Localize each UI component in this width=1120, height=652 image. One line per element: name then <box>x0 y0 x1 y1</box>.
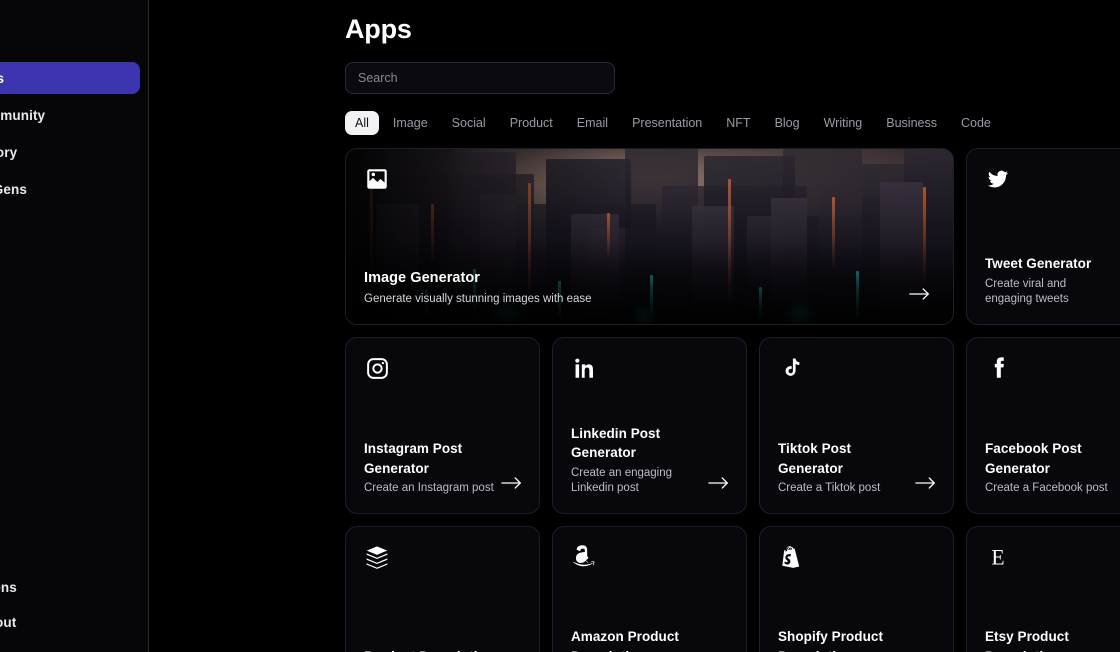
app-card[interactable]: Linkedin Post Generator Create an engagin… <box>552 337 747 514</box>
search-input[interactable] <box>345 62 615 94</box>
sidebar-item-logout[interactable]: Logout <box>0 608 140 636</box>
app-card-body: Tweet Generator Create viral and engaging… <box>967 254 1120 324</box>
box-icon <box>364 544 390 570</box>
tab-writing[interactable]: Writing <box>814 111 873 135</box>
app-card[interactable]: Product Description Generator <box>345 526 540 652</box>
category-tabs: All Image Social Product Email Presentation NF… <box>345 110 1120 136</box>
main-content: Apps AllImageSocialProductEmailPresentat… <box>149 0 1120 652</box>
sidebar-nav-secondary: Tokens Logout <box>0 573 148 652</box>
app-card-body: Product Description Generator <box>346 647 539 652</box>
tab-presentation[interactable]: Presentation <box>622 111 712 135</box>
app-card-subtitle: Generate visually stunning images with e… <box>364 293 592 306</box>
app-card[interactable]: Facebook Post Generator Create a Facebook… <box>966 337 1120 514</box>
sidebar-item-my-gens[interactable]: My Gens <box>0 173 140 205</box>
app-card-subtitle: Create an Instagram post <box>364 482 494 495</box>
sidebar-item-label: Logout <box>0 614 17 630</box>
search-bar <box>345 62 1120 94</box>
app-card-text: Tweet Generator Create viral and engaging… <box>985 254 1116 308</box>
app-card-subtitle: Create a Tiktok post <box>778 482 881 495</box>
app-card[interactable]: Tiktok Post Generator Create a Tiktok pos… <box>759 337 954 514</box>
tab-product[interactable]: Product <box>500 111 563 135</box>
sidebar-item-label: Apps <box>0 71 4 86</box>
sidebar-item-label: My Gens <box>0 181 27 197</box>
tiktok-icon <box>778 355 804 381</box>
app-card-title: Tiktok Post Generator <box>778 441 852 476</box>
sidebar-item-label: Tokens <box>0 579 17 595</box>
twitter-icon <box>985 166 1011 192</box>
linkedin-icon <box>571 355 597 381</box>
app-card-subtitle: Create a Facebook post <box>985 482 1108 495</box>
sidebar-item-community[interactable]: Community <box>0 99 140 131</box>
tab-business[interactable]: Business <box>876 111 947 135</box>
app-card-text: Linkedin Post Generator Create an engagin… <box>571 424 702 497</box>
tab-image[interactable]: Image <box>383 111 438 135</box>
app-card-body: Shopify Product Description Generator <box>760 627 953 652</box>
app-card-title: Shopify Product Description Generator <box>778 629 883 652</box>
app-card[interactable]: Shopify Product Description Generator <box>759 526 954 652</box>
app-card-title: Tweet Generator <box>985 256 1092 272</box>
app-card[interactable]: Instagram Post Generator Create an Instag… <box>345 337 540 514</box>
app-card-title: Image Generator <box>364 270 480 287</box>
sidebar-inner: Apps Community History My Gens Tokens Logout <box>0 0 148 652</box>
app-card-text: Tiktok Post Generator Create a Tiktok pos… <box>778 439 909 497</box>
app-card-title: Instagram Post Generator <box>364 441 463 476</box>
app-card[interactable]: Tweet Generator Create viral and engaging… <box>966 148 1120 325</box>
svg-text:E: E <box>991 546 1004 570</box>
sidebar-nav-primary: Apps Community History My Gens <box>0 0 148 205</box>
arrow-right-icon[interactable] <box>708 475 730 496</box>
app-card-text: Facebook Post Generator Create a Facebook… <box>985 439 1116 497</box>
app-card-title: Facebook Post Generator <box>985 441 1082 476</box>
app-card-body: Amazon Product Description Generator <box>553 627 746 652</box>
page-title: Apps <box>345 14 412 44</box>
instagram-icon <box>364 355 390 381</box>
app-card-title: Product Description Generator <box>364 647 495 652</box>
tab-code[interactable]: Code <box>951 111 1001 135</box>
tab-blog[interactable]: Blog <box>765 111 810 135</box>
app-card-title: Etsy Product Description Generator <box>985 629 1069 652</box>
tab-all[interactable]: All <box>345 111 379 135</box>
app-root: Apps Community History My Gens Tokens Logout… <box>0 0 1120 652</box>
arrow-right-icon[interactable] <box>501 475 523 496</box>
app-card-body: Tiktok Post Generator Create a Tiktok pos… <box>760 439 953 513</box>
arrow-right-icon[interactable] <box>915 475 937 496</box>
sidebar: Apps Community History My Gens Tokens Logout <box>0 0 149 652</box>
app-card-body: Instagram Post Generator Create an Instag… <box>346 439 539 513</box>
amazon-icon <box>571 544 597 570</box>
app-card-title: Amazon Product Description Generator <box>571 629 679 652</box>
app-card-text: Shopify Product Description Generator <box>778 627 909 652</box>
app-card-title: Linkedin Post Generator <box>571 425 661 461</box>
sidebar-item-tokens[interactable]: Tokens <box>0 573 140 601</box>
content-column: Apps AllImageSocialProductEmailPresentat… <box>345 0 1120 652</box>
shopify-icon <box>778 544 804 570</box>
tab-social[interactable]: Social <box>442 111 496 135</box>
app-card-text: Etsy Product Description Generator <box>985 627 1116 652</box>
sidebar-item-apps[interactable]: Apps <box>0 62 140 94</box>
sidebar-item-label: Community <box>0 107 46 123</box>
etsy-icon: E <box>985 544 1011 570</box>
apps-grid: Image Generator Generate visually stunnin… <box>345 148 1120 652</box>
app-card-text: Product Description Generator <box>364 647 495 652</box>
app-card-text: Amazon Product Description Generator <box>571 627 702 652</box>
app-card-body: Linkedin Post Generator Create an engagin… <box>553 424 746 513</box>
app-card[interactable]: E Etsy Product Description Generator <box>966 526 1120 652</box>
app-card-text: Instagram Post Generator Create an Instag… <box>364 439 495 497</box>
tab-email[interactable]: Email <box>567 111 618 135</box>
facebook-icon <box>985 355 1011 381</box>
sidebar-item-label: History <box>0 144 18 160</box>
app-card-body: Facebook Post Generator Create a Facebook… <box>967 439 1120 513</box>
tab-nft[interactable]: NFT <box>716 111 760 135</box>
app-card-body: Image Generator Generate visually stunnin… <box>346 268 953 324</box>
app-card-body: Etsy Product Description Generator <box>967 627 1120 652</box>
app-card[interactable]: Image Generator Generate visually stunnin… <box>345 148 954 325</box>
app-card-text: Image Generator Generate visually stunnin… <box>364 268 592 308</box>
app-card[interactable]: Amazon Product Description Generator <box>552 526 747 652</box>
arrow-right-icon[interactable] <box>909 286 931 307</box>
app-card-subtitle: Create an engaging Linkedin post <box>571 466 673 495</box>
app-card-subtitle: Create viral and engaging tweets <box>985 277 1069 306</box>
sidebar-item-history[interactable]: History <box>0 136 140 168</box>
image-icon <box>364 166 390 192</box>
